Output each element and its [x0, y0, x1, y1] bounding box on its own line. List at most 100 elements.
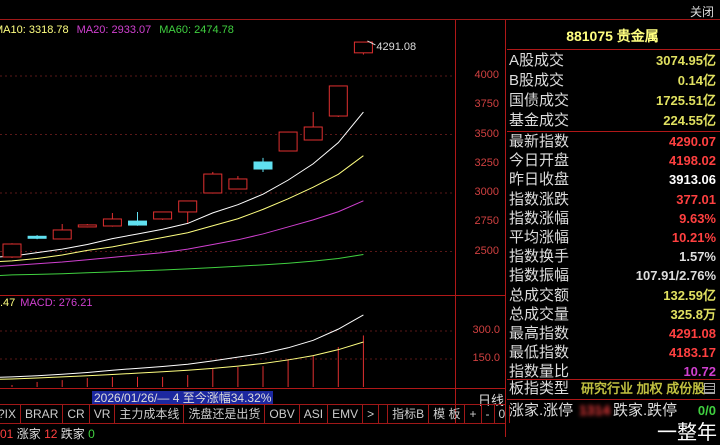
stat-row: 最低指数 4183.17: [507, 343, 718, 362]
price-tick: 3750: [474, 98, 499, 111]
up-count: 12: [44, 427, 58, 441]
watermark: 一整年: [657, 422, 717, 444]
stat-row: 最高指数 4291.08: [507, 324, 718, 343]
candle-body: [27, 235, 47, 239]
stat-row: 基金成交 224.55亿: [507, 111, 718, 130]
stat-value: 4290.07: [669, 134, 716, 149]
indicator-tab[interactable]: BRAR: [21, 405, 64, 423]
stat-value: 132.59亿: [663, 287, 716, 303]
candle-body: [102, 218, 122, 227]
indicator-tabs: ?IXBRARCRVR主力成本线洗盘还是出货OBVASIEMV> 指标B模 板+-…: [0, 404, 511, 424]
stat-value: 0.14亿: [677, 73, 716, 88]
candle-body: [303, 126, 323, 141]
divider: [455, 20, 456, 424]
indicator-tab[interactable]: EMV: [328, 405, 364, 423]
stat-label: 国债成交: [509, 92, 570, 109]
limit-up-value: 1314: [579, 402, 611, 418]
status-row: 01 涨家 12 跌家 0: [0, 425, 95, 442]
macd-tick: 150.0: [472, 352, 500, 364]
stat-label: 今日开盘: [509, 152, 570, 170]
macd-legend: .47 MACD: 276.21: [0, 297, 100, 309]
indicator-tab[interactable]: [379, 405, 389, 423]
stat-row: 指数涨幅 9.63%: [507, 209, 718, 228]
stat-label: 总成交量: [509, 305, 570, 323]
indicator-tab[interactable]: 洗盘还是出货: [184, 405, 266, 423]
indicator-tab[interactable]: OBV: [265, 405, 300, 423]
index-type-row: 板指类型 研究行业 加权 成份股: [507, 379, 718, 398]
indicator-tab[interactable]: 指标B: [388, 405, 430, 423]
stat-value: 4183.17: [669, 345, 716, 361]
indicator-tab[interactable]: 模 板: [429, 405, 466, 423]
stat-value: 4291.08: [669, 326, 716, 341]
candle-body: [2, 243, 22, 258]
indicator-tab[interactable]: +: [465, 405, 482, 423]
macd-value: MACD: 276.21: [20, 297, 93, 309]
indicator-tab[interactable]: -: [482, 405, 495, 423]
price-tick: 2500: [474, 244, 499, 257]
stat-row: 今日开盘 4198.02: [507, 151, 718, 170]
stat-value: 3913.06: [669, 172, 716, 188]
stat-label: 指数换手: [509, 248, 570, 266]
price-tick: 2750: [474, 215, 499, 228]
candle-body: [328, 85, 348, 117]
candle-body: [178, 200, 198, 213]
stat-label: 指数涨跌: [509, 190, 570, 208]
candle-body: [77, 224, 97, 228]
stat-row: A股成交 3074.95亿: [507, 51, 718, 70]
stat-value: 224.55亿: [663, 113, 716, 128]
stat-row: 国债成交 1725.51亿: [507, 91, 718, 110]
stat-value: 10.21%: [671, 230, 716, 245]
stat-label: 昨日收盘: [509, 171, 570, 189]
dea-line: [0, 341, 364, 380]
stat-row: 昨日收盘 3913.06: [507, 170, 718, 189]
stat-value: 4198.02: [669, 153, 716, 169]
indicator-tab[interactable]: VR: [90, 405, 116, 423]
close-button[interactable]: 关闭: [690, 3, 714, 20]
candle-body: [353, 41, 373, 54]
grid-icon[interactable]: [704, 383, 715, 394]
price-tick: 3500: [474, 127, 499, 140]
stat-label: 最高指数: [509, 325, 570, 342]
stat-row: 平均涨幅 10.21%: [507, 228, 718, 247]
price-tick: 4000: [474, 69, 499, 81]
dif-value: .47: [0, 297, 16, 309]
stat-value: 3074.95亿: [656, 53, 716, 68]
candle-body: [278, 131, 298, 152]
stat-row: 总成交量 325.8万: [507, 305, 718, 324]
panel-title: 881075 贵金属: [566, 28, 659, 44]
limit-up-label: 涨家.涨停: [509, 402, 574, 419]
down-label: 跌家: [60, 427, 85, 441]
candle-body: [52, 229, 72, 240]
stat-label: B股成交: [509, 72, 565, 89]
price-tick: 3250: [474, 156, 499, 169]
candle-body: [153, 211, 173, 220]
stat-label: 平均涨幅: [509, 229, 570, 246]
indicator-tab[interactable]: CR: [63, 405, 90, 423]
stat-label: 指数涨幅: [509, 209, 570, 227]
high-price-label: 4291.08: [376, 41, 416, 53]
stat-label: 基金成交: [509, 112, 570, 129]
stat-label: 总成交额: [509, 286, 570, 304]
divider: [0, 295, 505, 296]
stat-row: 指数换手 1.57%: [507, 247, 718, 266]
stat-label: 指数振幅: [509, 267, 570, 285]
stat-label: A股成交: [509, 52, 565, 69]
divider: [505, 20, 506, 437]
stat-value: 107.91/2.76%: [635, 268, 716, 284]
info-panel: 881075 贵金属 A股成交 3074.95亿 B股成交 0.14亿国债成交 1725…: [507, 20, 720, 444]
macd-tick: 300.0: [472, 324, 500, 336]
range-gain-label: 2026/01/26/— 4 至今涨幅34.32%: [92, 391, 274, 405]
candle-body: [128, 220, 147, 226]
indicator-tab[interactable]: 主力成本线: [115, 405, 185, 423]
indicator-tab[interactable]: ASI: [300, 405, 329, 423]
dif-line: [0, 314, 364, 378]
stat-row: 总成交额 132.59亿: [507, 286, 718, 305]
indicator-tab[interactable]: ?IX: [0, 405, 22, 423]
stat-value: 377.01: [676, 191, 716, 207]
index-type-label: 板指类型: [509, 380, 570, 397]
down-count: 0: [88, 427, 95, 441]
kline-chart[interactable]: 4291.08: [0, 0, 455, 390]
indicator-tab[interactable]: >: [363, 405, 380, 423]
stat-row: 指数涨跌 377.01: [507, 190, 718, 209]
stat-label: 最新指数: [509, 133, 570, 150]
